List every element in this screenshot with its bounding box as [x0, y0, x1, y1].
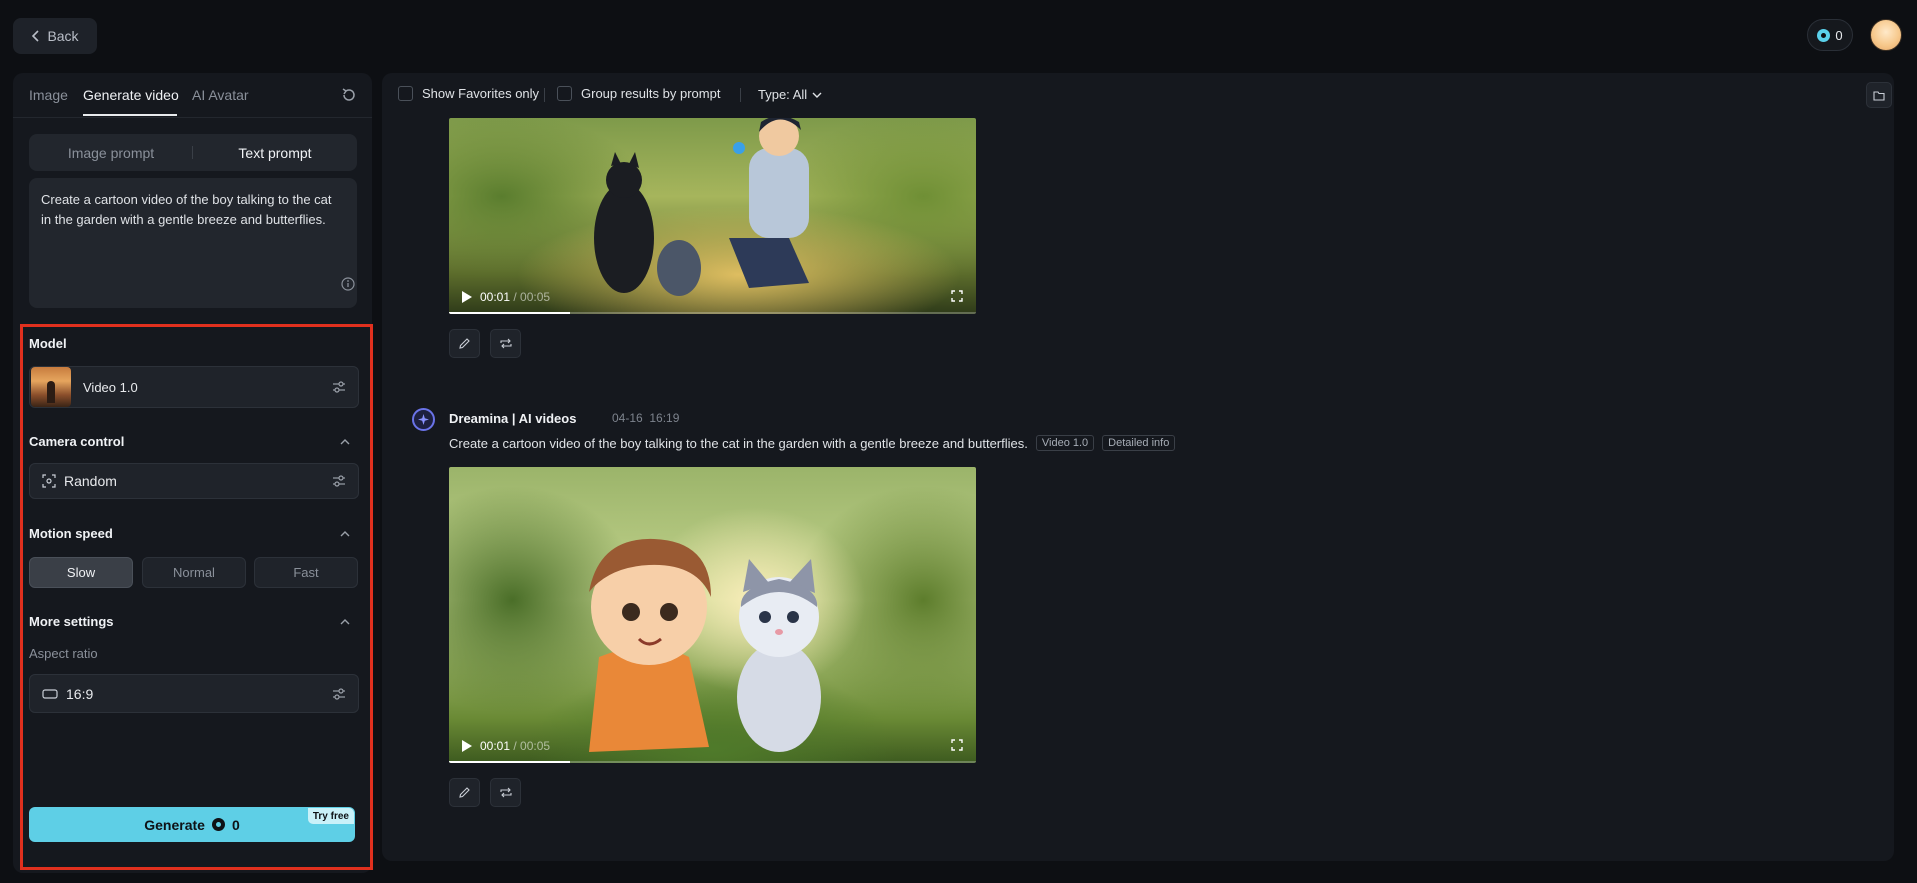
aspect-ratio-icon [42, 688, 58, 699]
generation-prompt: Create a cartoon video of the boy talkin… [449, 435, 1028, 451]
chevron-left-icon [32, 30, 40, 42]
model-tag[interactable]: Video 1.0 [1035, 435, 1095, 451]
active-tab-indicator [83, 114, 177, 116]
model-select[interactable]: Video 1.0 [29, 366, 359, 408]
mode-tabs: Image Generate video AI Avatar [13, 73, 372, 118]
video-player[interactable]: 00:01 / 00:05 [449, 118, 976, 314]
video-controls: 00:01 / 00:05 [449, 729, 976, 763]
motion-speed-title: Motion speed [29, 526, 113, 541]
video-progress[interactable] [449, 312, 976, 314]
sliders-icon[interactable] [332, 380, 346, 394]
camera-control-value: Random [64, 473, 117, 489]
checkbox-box [557, 86, 572, 101]
total-time: 00:05 [520, 290, 551, 304]
play-icon[interactable] [462, 740, 472, 752]
divider [544, 88, 545, 102]
play-icon[interactable] [462, 291, 472, 303]
checkbox-box [398, 86, 413, 101]
type-filter-dropdown[interactable]: Type: All [758, 87, 822, 102]
dreamina-logo-icon [412, 408, 435, 431]
chevron-up-icon[interactable] [339, 616, 351, 628]
video-frame-cartoon-boy-and-cat [589, 538, 821, 752]
divider [740, 88, 741, 102]
total-time: 00:05 [520, 739, 551, 753]
chevron-up-icon[interactable] [339, 436, 351, 448]
camera-control-select[interactable]: Random [29, 463, 359, 499]
video-player[interactable]: 00:01 / 00:05 [449, 467, 976, 763]
regenerate-button[interactable] [490, 329, 521, 358]
model-title: Model [29, 336, 67, 351]
back-button-label: Back [47, 28, 79, 44]
show-favorites-label: Show Favorites only [422, 86, 540, 101]
generation-header: Dreamina | AI videos 04-16 16:19 [412, 408, 1612, 431]
video-progress[interactable] [449, 761, 976, 763]
try-free-badge: Try free [307, 808, 354, 824]
video-time: 00:01 / 00:05 [480, 290, 551, 304]
sliders-icon[interactable] [332, 474, 346, 488]
sliders-icon[interactable] [332, 687, 346, 701]
folder-icon [1873, 90, 1885, 101]
back-button[interactable]: Back [13, 18, 97, 54]
folder-button[interactable] [1866, 82, 1892, 108]
aspect-ratio-value: 16:9 [66, 685, 94, 702]
video-controls: 00:01 / 00:05 [449, 280, 976, 314]
author-name: Dreamina | AI videos [449, 411, 577, 426]
more-settings-title: More settings [29, 614, 114, 629]
pencil-icon [459, 338, 470, 349]
reset-icon[interactable] [340, 86, 358, 104]
chevron-up-icon[interactable] [339, 528, 351, 540]
camera-control-title: Camera control [29, 434, 125, 449]
aspect-ratio-label: Aspect ratio [29, 646, 98, 661]
chevron-down-icon [812, 92, 822, 98]
detailed-info-tag[interactable]: Detailed info [1102, 435, 1176, 451]
avatar[interactable] [1870, 19, 1902, 51]
prompt-textarea[interactable]: Create a cartoon video of the boy talkin… [29, 178, 357, 308]
aspect-ratio-select[interactable]: 16:9 [29, 674, 359, 713]
text-prompt-option[interactable]: Text prompt [193, 134, 357, 171]
fullscreen-icon[interactable] [951, 739, 963, 751]
generation-prompt-line: Create a cartoon video of the boy talkin… [449, 435, 1176, 451]
generate-cost: 0 [231, 816, 240, 833]
filter-bar: Show Favorites only Group results by pro… [382, 73, 1894, 117]
generate-button[interactable]: Generate 0 Try free [29, 807, 355, 842]
credit-coin-icon [211, 818, 225, 831]
image-prompt-option[interactable]: Image prompt [29, 134, 193, 171]
info-icon[interactable] [341, 277, 355, 291]
repeat-icon [499, 787, 512, 798]
show-favorites-checkbox[interactable]: Show Favorites only [398, 86, 539, 101]
video-time: 00:01 / 00:05 [480, 739, 551, 753]
pencil-icon [459, 787, 470, 798]
model-thumbnail [31, 367, 71, 407]
generation-date: 04-16 16:19 [612, 411, 680, 425]
credits-count: 0 [1835, 27, 1843, 43]
credits-badge[interactable]: 0 [1807, 19, 1853, 51]
prompt-mode-switch: Image prompt Text prompt [29, 134, 357, 171]
current-time: 00:01 [480, 290, 511, 304]
speed-normal-button[interactable]: Normal [142, 557, 246, 588]
top-bar: Back 0 [0, 0, 1917, 70]
edit-button[interactable] [449, 329, 480, 358]
generate-label: Generate [144, 816, 205, 833]
camera-focus-icon [42, 474, 56, 488]
prompt-text: Create a cartoon video of the boy talkin… [41, 192, 332, 227]
tab-generate-video[interactable]: Generate video [83, 87, 179, 103]
fullscreen-icon[interactable] [951, 290, 963, 302]
model-value: Video 1.0 [83, 379, 138, 395]
speed-slow-button[interactable]: Slow [29, 557, 133, 588]
edit-button[interactable] [449, 778, 480, 807]
type-filter-label: Type: All [758, 87, 808, 102]
speed-fast-button[interactable]: Fast [254, 557, 358, 588]
results-panel: Show Favorites only Group results by pro… [382, 73, 1894, 861]
group-by-prompt-checkbox[interactable]: Group results by prompt [557, 86, 720, 101]
credit-coin-icon [1817, 28, 1831, 42]
repeat-icon [499, 338, 512, 349]
regenerate-button[interactable] [490, 778, 521, 807]
tab-image[interactable]: Image [29, 87, 68, 103]
group-by-prompt-label: Group results by prompt [581, 86, 721, 101]
tab-ai-avatar[interactable]: AI Avatar [192, 87, 249, 103]
current-time: 00:01 [480, 739, 511, 753]
